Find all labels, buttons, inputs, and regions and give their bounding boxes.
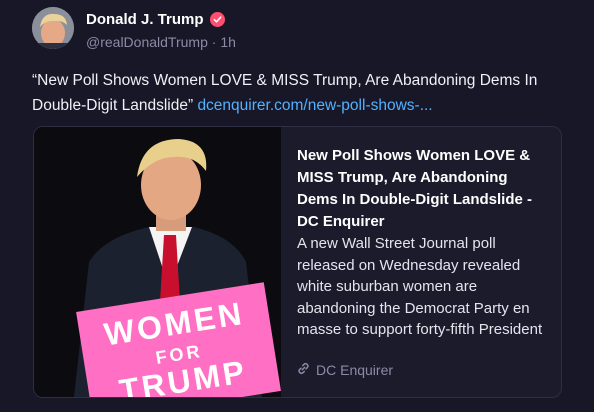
- link-icon: [297, 362, 310, 378]
- card-description: A new Wall Street Journal poll released …: [297, 235, 543, 338]
- author-name[interactable]: Donald J. Trump: [86, 11, 204, 28]
- card-image: WOMEN FOR TRUMP: [34, 127, 281, 397]
- post: Donald J. Trump @realDonaldTrump · 1h “N…: [0, 0, 594, 412]
- post-link[interactable]: dcenquirer.com/new-poll-shows-...: [197, 97, 432, 114]
- women-for-trump-sign: WOMEN FOR TRUMP: [76, 282, 281, 397]
- avatar-photo: [32, 7, 74, 49]
- post-text: “New Poll Shows Women LOVE & MISS Trump,…: [32, 68, 562, 118]
- author-handle[interactable]: @realDonaldTrump: [86, 34, 208, 50]
- author-name-row: Donald J. Trump: [86, 11, 225, 28]
- meta-separator: ·: [211, 34, 217, 50]
- verified-badge-icon: [209, 12, 225, 27]
- card-source-name: DC Enquirer: [316, 362, 394, 378]
- avatar[interactable]: [32, 7, 74, 49]
- link-preview-card[interactable]: WOMEN FOR TRUMP New Poll Shows Women LOV…: [33, 126, 562, 398]
- card-source: DC Enquirer: [297, 362, 393, 378]
- card-title[interactable]: New Poll Shows Women LOVE & MISS Trump, …: [297, 145, 547, 233]
- post-time[interactable]: 1h: [220, 34, 236, 50]
- author-meta: @realDonaldTrump · 1h: [86, 34, 236, 50]
